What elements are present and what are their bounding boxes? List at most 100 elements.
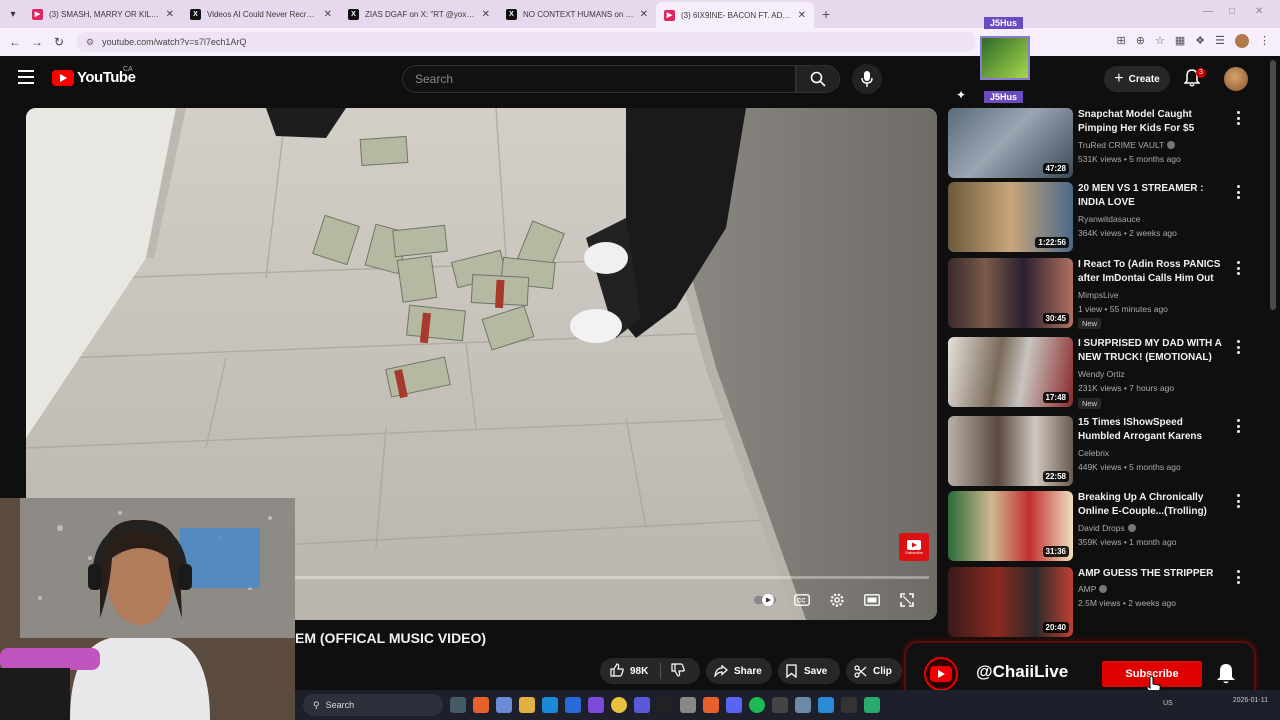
- recommendation-item[interactable]: 22:58 15 Times IShowSpeed Humbled Arroga…: [948, 416, 1258, 488]
- recommendation-title[interactable]: Breaking Up A Chronically Online E-Coupl…: [1078, 491, 1226, 519]
- browser-tab[interactable]: X Videos AI Could Never Recreate ✕: [182, 2, 340, 26]
- share-button[interactable]: Share: [706, 658, 772, 684]
- keyboard-language[interactable]: US: [1163, 700, 1173, 707]
- fullscreen-button[interactable]: [896, 590, 918, 610]
- channel-name[interactable]: TruRed CRIME VAULT: [1078, 140, 1176, 150]
- recommendation-title[interactable]: I SURPRISED MY DAD WITH A NEW TRUCK! (EM…: [1078, 337, 1226, 365]
- back-arrow-icon[interactable]: ←: [4, 35, 26, 49]
- video-thumbnail[interactable]: 30:45: [948, 258, 1073, 328]
- spotify-icon[interactable]: [749, 697, 765, 713]
- like-button[interactable]: [610, 662, 624, 680]
- recommendation-item[interactable]: 17:48 I SURPRISED MY DAD WITH A NEW TRUC…: [948, 337, 1258, 409]
- extension-icon[interactable]: ▦: [1175, 34, 1185, 48]
- system-clock[interactable]: 2026-01-11: [1233, 696, 1268, 705]
- close-icon[interactable]: ✕: [798, 10, 806, 21]
- clip-button[interactable]: Clip: [846, 658, 902, 684]
- copilot-icon[interactable]: [496, 697, 512, 713]
- channel-name[interactable]: Wendy Ortiz: [1078, 369, 1125, 379]
- tab-search-chevron-icon[interactable]: ▾: [2, 3, 24, 25]
- channel-name[interactable]: MimpsLive: [1078, 290, 1119, 300]
- browser-menu-icon[interactable]: ⋮: [1259, 34, 1270, 48]
- discord-icon[interactable]: [726, 697, 742, 713]
- close-icon[interactable]: ✕: [166, 9, 174, 20]
- video-thumbnail[interactable]: 1:22:56: [948, 182, 1073, 252]
- video-thumbnail[interactable]: 17:48: [948, 337, 1073, 407]
- channel-name[interactable]: AMP: [1078, 584, 1108, 594]
- maximize-icon[interactable]: □: [1229, 6, 1235, 17]
- app-icon[interactable]: [680, 697, 696, 713]
- window-close-icon[interactable]: ✕: [1255, 6, 1263, 17]
- app-icon[interactable]: [772, 697, 788, 713]
- obs-icon[interactable]: [841, 697, 857, 713]
- zoom-icon[interactable]: ⊕: [1136, 34, 1145, 48]
- minimize-icon[interactable]: —: [1203, 6, 1213, 17]
- file-explorer-icon[interactable]: [519, 697, 535, 713]
- search-button[interactable]: [796, 65, 840, 93]
- teams-icon[interactable]: [634, 697, 650, 713]
- task-view-icon[interactable]: [450, 697, 466, 713]
- recommendation-title[interactable]: 20 MEN VS 1 STREAMER : INDIA LOVE: [1078, 182, 1226, 210]
- more-options-icon[interactable]: [1234, 494, 1242, 508]
- create-button[interactable]: + Create: [1104, 66, 1170, 92]
- voice-search-button[interactable]: [852, 64, 882, 94]
- sidebar-scrollbar[interactable]: [1270, 60, 1276, 310]
- recommendation-item[interactable]: 30:45 I React To (Adin Ross PANICS after…: [948, 258, 1258, 330]
- autoplay-toggle[interactable]: [754, 590, 776, 610]
- url-bar[interactable]: ⚙ youtube.com/watch?v=s7l7ech1ArQ: [76, 32, 976, 52]
- close-icon[interactable]: ✕: [324, 9, 332, 20]
- video-thumbnail[interactable]: 22:58: [948, 416, 1073, 486]
- video-thumbnail[interactable]: 47:28: [948, 108, 1073, 178]
- browser-tab[interactable]: X NO CONTEXT HUMANS on X: " ✕: [498, 2, 656, 26]
- more-options-icon[interactable]: [1234, 185, 1242, 199]
- chrome-icon[interactable]: [611, 697, 627, 713]
- recommendation-item[interactable]: 1:22:56 20 MEN VS 1 STREAMER : INDIA LOV…: [948, 182, 1258, 254]
- recommendation-title[interactable]: AMP GUESS THE STRIPPER: [1078, 567, 1226, 581]
- save-button[interactable]: Save: [778, 658, 840, 684]
- video-thumbnail[interactable]: 20:40: [948, 567, 1073, 637]
- youtube-logo[interactable]: YouTube CA: [52, 66, 136, 86]
- theater-mode-button[interactable]: [861, 590, 883, 610]
- recommendation-title[interactable]: Snapchat Model Caught Pimping Her Kids F…: [1078, 108, 1226, 136]
- seek-bar[interactable]: [294, 576, 929, 579]
- channel-name[interactable]: Celebrix: [1078, 448, 1109, 458]
- channel-name[interactable]: Ryanwitdasauce: [1078, 214, 1140, 224]
- browser-tab[interactable]: X ZIAS DGAF on X: "RT @yoxics: I ✕: [340, 2, 498, 26]
- app-icon[interactable]: [864, 697, 880, 713]
- settings-button[interactable]: [826, 590, 848, 610]
- hamburger-menu-icon[interactable]: [18, 70, 34, 84]
- subscribe-watermark[interactable]: Subscribe: [899, 533, 929, 561]
- brave-icon[interactable]: [473, 697, 489, 713]
- video-thumbnail[interactable]: 31:36: [948, 491, 1073, 561]
- close-icon[interactable]: ✕: [640, 9, 648, 20]
- more-options-icon[interactable]: [1234, 340, 1242, 354]
- more-options-icon[interactable]: [1234, 570, 1242, 584]
- forward-arrow-icon[interactable]: →: [26, 35, 48, 49]
- browser-tab[interactable]: ▶ (3) SMASH, MARRY OR KILL | IN ✕: [24, 2, 182, 26]
- store-icon[interactable]: [565, 697, 581, 713]
- more-options-icon[interactable]: [1234, 261, 1242, 275]
- browser-profile-avatar[interactable]: [1235, 34, 1249, 48]
- reload-icon[interactable]: ↻: [48, 35, 70, 49]
- taskbar-search[interactable]: ⚲ Search: [303, 694, 443, 716]
- new-tab-button[interactable]: +: [822, 6, 830, 22]
- tiktok-icon[interactable]: [657, 697, 673, 713]
- recommendation-item[interactable]: 47:28 Snapchat Model Caught Pimping Her …: [948, 108, 1258, 180]
- more-options-icon[interactable]: [1234, 111, 1242, 125]
- app-icon[interactable]: [703, 697, 719, 713]
- dislike-button[interactable]: [671, 662, 686, 680]
- install-app-icon[interactable]: ⊞: [1117, 34, 1126, 48]
- search-input[interactable]: Search: [402, 65, 796, 93]
- app-icon[interactable]: [588, 697, 604, 713]
- bookmark-star-icon[interactable]: ☆: [1155, 34, 1165, 48]
- browser-tab-active[interactable]: ▶ (3) 6IX9INE- BACON FT. ADIN R ✕: [656, 2, 814, 28]
- channel-name[interactable]: David Drops: [1078, 523, 1136, 533]
- captions-button[interactable]: CC: [791, 590, 813, 610]
- site-info-icon[interactable]: ⚙: [86, 37, 94, 48]
- recommendation-title[interactable]: I React To (Adin Ross PANICS after ImDon…: [1078, 258, 1226, 286]
- recommendation-title[interactable]: 15 Times IShowSpeed Humbled Arrogant Kar…: [1078, 416, 1226, 444]
- close-icon[interactable]: ✕: [482, 9, 490, 20]
- recommendation-item[interactable]: 20:40 AMP GUESS THE STRIPPER AMP 2.5M vi…: [948, 567, 1258, 639]
- media-control-icon[interactable]: ☰: [1215, 34, 1225, 48]
- app-icon[interactable]: [795, 697, 811, 713]
- more-options-icon[interactable]: [1234, 419, 1242, 433]
